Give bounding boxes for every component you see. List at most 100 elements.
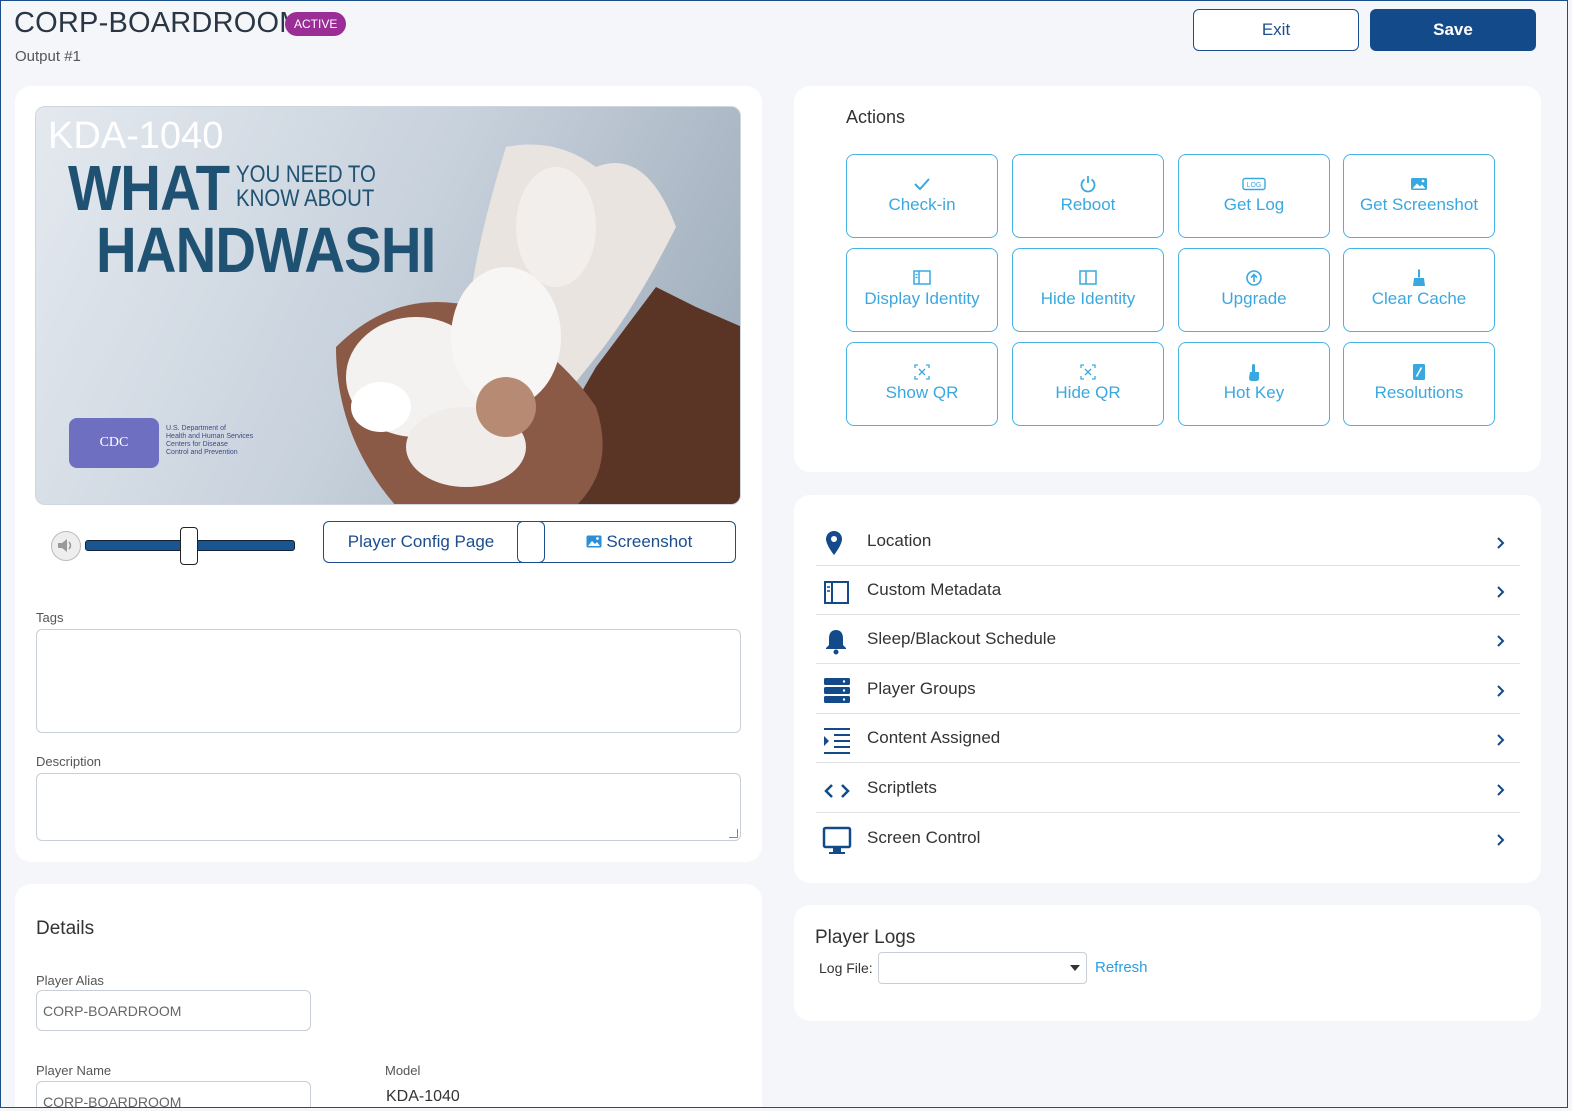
chevron-right-icon <box>1497 537 1505 549</box>
show-qr-button[interactable]: Show QR <box>846 342 998 426</box>
status-badge: ACTIVE <box>285 12 347 36</box>
get-log-button[interactable]: LOG Get Log <box>1178 154 1330 238</box>
upgrade-label: Upgrade <box>1221 289 1287 308</box>
volume-slider-thumb[interactable] <box>180 527 198 565</box>
nav-item-custom-metadata[interactable]: Custom Metadata <box>816 566 1520 615</box>
chevron-right-icon <box>1497 685 1505 697</box>
show-qr-label: Show QR <box>885 383 959 402</box>
player-screenshot-preview: KDA-1040 WHAT YOU NEED TO KNOW ABOUT HAN… <box>35 106 741 505</box>
preview-headline-need: YOU NEED TO KNOW ABOUT <box>236 163 376 211</box>
image-icon <box>586 535 602 548</box>
nav-item-location[interactable]: Location <box>816 517 1520 566</box>
nav-item-screen-control[interactable]: Screen Control <box>816 814 1520 863</box>
resolutions-label: Resolutions <box>1374 383 1464 402</box>
check-icon <box>914 178 930 191</box>
image-icon <box>1411 178 1427 190</box>
clear-cache-label: Clear Cache <box>1371 289 1467 308</box>
metadata-panel-icon <box>824 581 849 604</box>
nav-item-player-groups[interactable]: Player Groups <box>816 665 1520 714</box>
qr-hide-icon <box>1080 364 1096 380</box>
player-alias-input[interactable]: CORP-BOARDROOM <box>36 990 311 1031</box>
get-screenshot-label: Get Screenshot <box>1359 195 1479 214</box>
nav-item-scriptlets[interactable]: Scriptlets <box>816 764 1520 813</box>
nav-item-label: Content Assigned <box>867 728 1001 747</box>
details-title: Details <box>36 918 95 939</box>
nav-item-sleep-schedule[interactable]: Sleep/Blackout Schedule <box>816 615 1520 664</box>
identity-hide-icon <box>1079 270 1097 285</box>
chevron-right-icon <box>1497 734 1505 746</box>
get-log-label: Get Log <box>1223 195 1285 214</box>
map-pin-icon <box>826 531 842 555</box>
log-file-select[interactable] <box>878 952 1087 984</box>
tags-input[interactable] <box>36 629 741 733</box>
server-stack-icon <box>824 678 850 703</box>
refresh-link[interactable]: Refresh <box>1095 959 1148 976</box>
agency-line: Centers for Disease <box>166 441 228 448</box>
hot-key-label: Hot Key <box>1223 383 1285 402</box>
nav-item-label: Screen Control <box>867 828 981 847</box>
preview-headline-hand: HANDWASHI <box>96 214 436 286</box>
model-label: Model <box>385 1063 421 1078</box>
player-alias-label: Player Alias <box>36 973 104 988</box>
get-screenshot-button[interactable]: Get Screenshot <box>1343 154 1495 238</box>
player-detail-page: CORP-BOARDROOM ACTIVE Output #1 Exit Sav… <box>0 0 1568 1108</box>
hide-identity-button[interactable]: Hide Identity <box>1012 248 1164 332</box>
model-value: KDA-1040 <box>386 1088 460 1105</box>
qr-scan-icon <box>914 364 930 380</box>
power-icon <box>1080 176 1096 193</box>
nav-item-label: Location <box>867 531 932 550</box>
preview-headline-need-line1: YOU NEED TO <box>236 161 376 188</box>
broom-icon <box>1413 269 1425 286</box>
resolution-icon <box>1413 364 1425 380</box>
page-title: CORP-BOARDROOM <box>14 7 304 39</box>
reboot-label: Reboot <box>1060 195 1116 214</box>
player-name-value: CORP-BOARDROOM <box>43 1094 182 1108</box>
player-logs-title: Player Logs <box>815 927 916 948</box>
check-in-button[interactable]: Check-in <box>846 154 998 238</box>
upgrade-button[interactable]: Upgrade <box>1178 248 1330 332</box>
actions-title: Actions <box>846 107 906 127</box>
svg-text:LOG: LOG <box>1247 182 1262 189</box>
chevron-right-icon <box>1497 586 1505 598</box>
chevron-right-icon <box>1497 784 1505 796</box>
hide-qr-button[interactable]: Hide QR <box>1012 342 1164 426</box>
player-config-page-button[interactable]: Player Config Page <box>324 522 518 561</box>
log-icon: LOG <box>1242 177 1266 191</box>
code-brackets-icon <box>824 784 850 798</box>
monitor-icon <box>822 826 852 854</box>
chevron-right-icon <box>1497 635 1505 647</box>
exit-button[interactable]: Exit <box>1193 9 1359 51</box>
volume-icon[interactable] <box>51 531 81 561</box>
player-name-input[interactable]: CORP-BOARDROOM <box>36 1081 311 1108</box>
screenshot-button[interactable]: Screenshot <box>544 522 734 561</box>
player-button-group: Player Config Page Screenshot <box>323 521 736 563</box>
nav-item-content-assigned[interactable]: Content Assigned <box>816 714 1520 763</box>
display-identity-button[interactable]: Display Identity <box>846 248 998 332</box>
resolutions-button[interactable]: Resolutions <box>1343 342 1495 426</box>
hide-qr-label: Hide QR <box>1055 383 1121 402</box>
upgrade-arrow-icon <box>1246 270 1262 286</box>
hide-identity-label: Hide Identity <box>1040 289 1136 308</box>
screenshot-button-label: Screenshot <box>606 532 693 551</box>
player-alias-value: CORP-BOARDROOM <box>43 1003 182 1019</box>
resize-handle[interactable] <box>729 829 738 838</box>
nav-item-label: Sleep/Blackout Schedule <box>867 629 1057 648</box>
description-textarea[interactable] <box>36 773 741 841</box>
chevron-right-icon <box>1497 834 1505 846</box>
list-indent-icon <box>824 728 850 754</box>
hand-pointer-icon <box>1249 364 1259 381</box>
clear-cache-button[interactable]: Clear Cache <box>1343 248 1495 332</box>
preview-headline-need-line2: KNOW ABOUT <box>236 185 375 212</box>
cdc-logo: CDC <box>69 418 159 468</box>
agency-line: Control and Prevention <box>166 449 238 456</box>
dropdown-caret-icon <box>1070 965 1080 971</box>
agency-line: U.S. Department of <box>166 425 226 432</box>
page-subtitle: Output #1 <box>15 48 81 65</box>
hot-key-button[interactable]: Hot Key <box>1178 342 1330 426</box>
button-group-divider <box>517 521 545 563</box>
bell-icon <box>826 630 846 655</box>
log-file-label: Log File: <box>819 960 873 976</box>
nav-item-label: Scriptlets <box>867 778 937 797</box>
save-button[interactable]: Save <box>1370 9 1536 51</box>
reboot-button[interactable]: Reboot <box>1012 154 1164 238</box>
